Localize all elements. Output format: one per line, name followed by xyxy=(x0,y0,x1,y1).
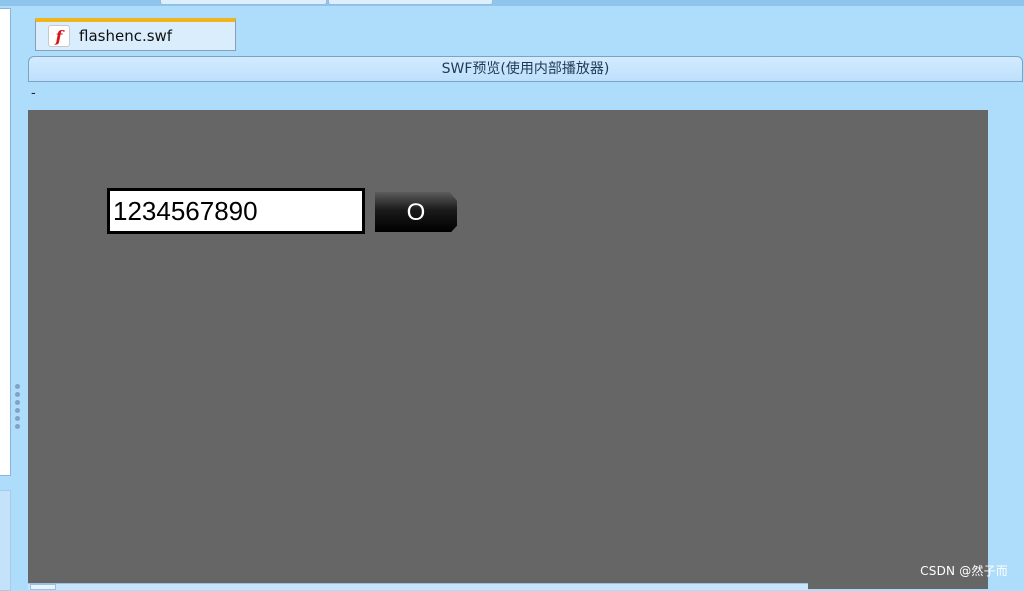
file-tab-label: flashenc.swf xyxy=(79,27,173,45)
left-panel xyxy=(0,8,11,476)
flash-file-icon: f xyxy=(48,25,70,47)
splitter-handle[interactable] xyxy=(15,384,21,434)
swf-text-input[interactable] xyxy=(107,188,365,234)
swf-ok-button[interactable]: O xyxy=(375,192,457,232)
right-margin xyxy=(988,110,1024,589)
top-tab[interactable] xyxy=(160,0,327,5)
top-tab-strip xyxy=(0,0,1024,6)
scrollbar-thumb[interactable] xyxy=(30,584,56,590)
top-tab[interactable] xyxy=(328,0,493,5)
watermark: CSDN @然子而 xyxy=(920,564,1008,578)
preview-title-bar: SWF预览(使用内部播放器) xyxy=(28,56,1023,82)
file-tab[interactable]: f flashenc.swf xyxy=(35,18,236,51)
separator-text: - xyxy=(31,86,36,101)
swf-stage[interactable]: O xyxy=(28,110,988,589)
left-panel-lower xyxy=(0,490,11,591)
